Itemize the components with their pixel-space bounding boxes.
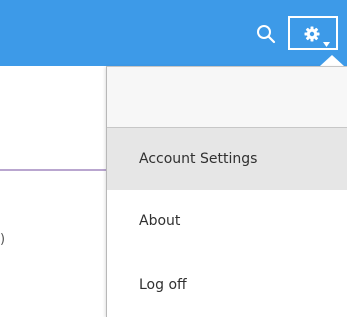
menu-item-about[interactable]: About xyxy=(107,190,347,252)
search-icon[interactable] xyxy=(255,23,277,45)
settings-dropdown-menu: Account Settings About Log off xyxy=(106,66,347,317)
menu-header xyxy=(107,67,347,128)
menu-item-log-off[interactable]: Log off xyxy=(107,254,347,316)
gear-icon xyxy=(304,26,320,42)
top-bar xyxy=(0,0,347,66)
dropdown-pointer xyxy=(320,55,344,66)
settings-menu-button[interactable] xyxy=(288,16,338,50)
page-text-fragment: ) xyxy=(0,232,6,247)
content-divider xyxy=(0,169,120,171)
menu-item-account-settings[interactable]: Account Settings xyxy=(107,128,347,190)
chevron-down-icon xyxy=(323,32,330,47)
